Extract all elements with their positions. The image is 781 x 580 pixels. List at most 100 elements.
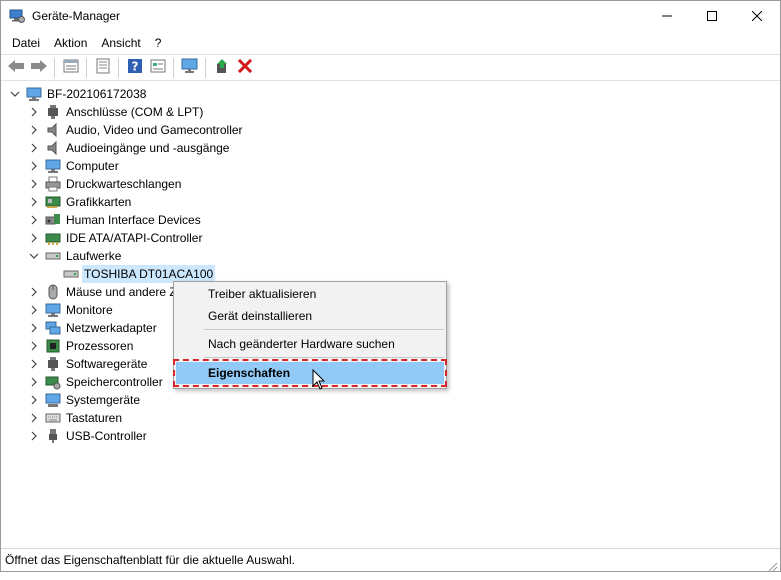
status-text: Öffnet das Eigenschaftenblatt für die ak… <box>5 553 295 567</box>
tree-item-label: Mäuse und andere Z <box>66 285 177 299</box>
menu-ansicht[interactable]: Ansicht <box>94 33 147 53</box>
tree-item-usb[interactable]: USB-Controller <box>28 427 149 445</box>
context-menu-separator <box>204 329 444 330</box>
minimize-button[interactable] <box>644 1 689 32</box>
svg-text:?: ? <box>131 60 138 74</box>
tree-item-label: Audioeingänge und -ausgänge <box>66 141 230 155</box>
expand-chevron-icon[interactable] <box>28 337 40 355</box>
menu-uninstall-device[interactable]: Gerät deinstallieren <box>176 305 444 327</box>
back-button[interactable] <box>4 57 27 79</box>
resize-grip-icon[interactable] <box>766 557 778 572</box>
expand-chevron-icon[interactable] <box>28 103 40 121</box>
collapse-chevron-icon[interactable] <box>9 85 21 103</box>
tree-item-network[interactable]: Netzwerkadapter <box>28 319 159 337</box>
expand-chevron-icon[interactable] <box>28 355 40 373</box>
expand-chevron-icon[interactable] <box>28 427 40 445</box>
expand-chevron-icon[interactable] <box>28 157 40 175</box>
tree-item-monitors[interactable]: Monitore <box>28 301 115 319</box>
tree-item-software-devices[interactable]: Softwaregeräte <box>28 355 149 373</box>
expand-chevron-icon[interactable] <box>28 391 40 409</box>
keyboard-icon <box>45 410 61 426</box>
network-icon <box>45 320 61 336</box>
menu-update-driver[interactable]: Treiber aktualisieren <box>176 283 444 305</box>
computer-icon <box>26 86 42 102</box>
system-device-icon <box>45 392 61 408</box>
expand-chevron-icon[interactable] <box>28 319 40 337</box>
tree-item-storage-controllers[interactable]: Speichercontroller <box>28 373 165 391</box>
tree-item-ide[interactable]: IDE ATA/ATAPI-Controller <box>28 229 204 247</box>
menu-help[interactable]: ? <box>148 33 169 53</box>
expand-chevron-icon[interactable] <box>28 211 40 229</box>
uninstall-icon <box>237 58 252 76</box>
tree-item-label: Monitore <box>66 303 113 317</box>
tree-item-printers[interactable]: Druckwarteschlangen <box>28 175 183 193</box>
expand-chevron-icon[interactable] <box>28 283 40 301</box>
status-bar: Öffnet das Eigenschaftenblatt für die ak… <box>1 548 780 572</box>
expand-chevron-icon[interactable] <box>28 175 40 193</box>
tree-item-audio-io[interactable]: Audioeingänge und -ausgänge <box>28 139 231 157</box>
device-manager-app-icon <box>9 8 25 24</box>
printer-icon <box>45 176 61 192</box>
tree-item-mice[interactable]: Mäuse und andere Z <box>28 283 179 301</box>
collapse-chevron-icon[interactable] <box>28 247 40 265</box>
tree-item-audio-video[interactable]: Audio, Video und Gamecontroller <box>28 121 245 139</box>
menu-aktion[interactable]: Aktion <box>47 33 94 53</box>
menu-properties[interactable]: Eigenschaften <box>173 359 447 387</box>
expand-chevron-icon[interactable] <box>28 301 40 319</box>
tree-item-processors[interactable]: Prozessoren <box>28 337 135 355</box>
expand-chevron-icon[interactable] <box>28 229 40 247</box>
menu-datei[interactable]: Datei <box>5 33 47 53</box>
minimize-icon <box>661 10 672 24</box>
properties-icon <box>95 58 111 77</box>
processor-icon <box>45 338 61 354</box>
expand-chevron-icon[interactable] <box>28 409 40 427</box>
properties-button[interactable] <box>91 57 114 79</box>
tree-item-label: Systemgeräte <box>66 393 141 407</box>
expand-chevron-icon[interactable] <box>28 373 40 391</box>
close-icon <box>751 10 762 24</box>
tree-item-graphics[interactable]: Grafikkarten <box>28 193 133 211</box>
tree-item-ports[interactable]: Anschlüsse (COM & LPT) <box>28 103 205 121</box>
view-button[interactable] <box>146 57 169 79</box>
mouse-pointer-icon <box>312 368 326 391</box>
tree-item-hid[interactable]: Human Interface Devices <box>28 211 203 229</box>
tree-item-label: Speichercontroller <box>66 375 163 389</box>
show-hidden-icon <box>63 58 79 77</box>
computer-icon <box>45 158 61 174</box>
menu-scan-hardware[interactable]: Nach geänderter Hardware suchen <box>176 333 444 355</box>
expand-chevron-icon[interactable] <box>28 121 40 139</box>
window-title: Geräte-Manager <box>32 9 121 23</box>
update-driver-button[interactable] <box>210 57 233 79</box>
close-button[interactable] <box>734 1 779 32</box>
view-icon <box>150 58 166 77</box>
tree-root[interactable]: BF-20210617203­8 <box>9 85 148 103</box>
tree-item-system-devices[interactable]: Systemgeräte <box>28 391 142 409</box>
forward-button[interactable] <box>27 57 50 79</box>
update-driver-icon <box>214 58 230 77</box>
title-bar[interactable]: Geräte-Manager <box>1 1 780 32</box>
mouse-icon <box>45 284 61 300</box>
tree-item-label: Anschlüsse (COM & LPT) <box>66 105 204 119</box>
help-button[interactable]: ? <box>123 57 146 79</box>
tree-item-keyboards[interactable]: Tastaturen <box>28 409 124 427</box>
tree-item-computer[interactable]: Computer <box>28 157 121 175</box>
back-arrow-icon <box>7 59 25 76</box>
tree-item-label: Human Interface Devices <box>66 213 201 227</box>
maximize-button[interactable] <box>689 1 734 32</box>
uninstall-button[interactable] <box>233 57 256 79</box>
device-manager-window: Geräte-Manager Datei Aktion Ansicht ? ? … <box>0 0 781 572</box>
speaker-icon <box>45 140 61 156</box>
drive-icon <box>45 248 61 264</box>
tree-item-label: Audio, Video und Gamecontroller <box>66 123 243 137</box>
show-hidden-button[interactable] <box>59 57 82 79</box>
toolbar: ? <box>1 54 780 81</box>
forward-arrow-icon <box>30 59 48 76</box>
scan-hardware-button[interactable] <box>178 57 201 79</box>
toolbar-separator <box>86 57 87 78</box>
expand-chevron-icon[interactable] <box>28 193 40 211</box>
usb-icon <box>45 428 61 444</box>
tree-item-drives[interactable]: Laufwerke <box>28 247 123 265</box>
expand-chevron-icon[interactable] <box>28 139 40 157</box>
toolbar-separator <box>54 57 55 78</box>
